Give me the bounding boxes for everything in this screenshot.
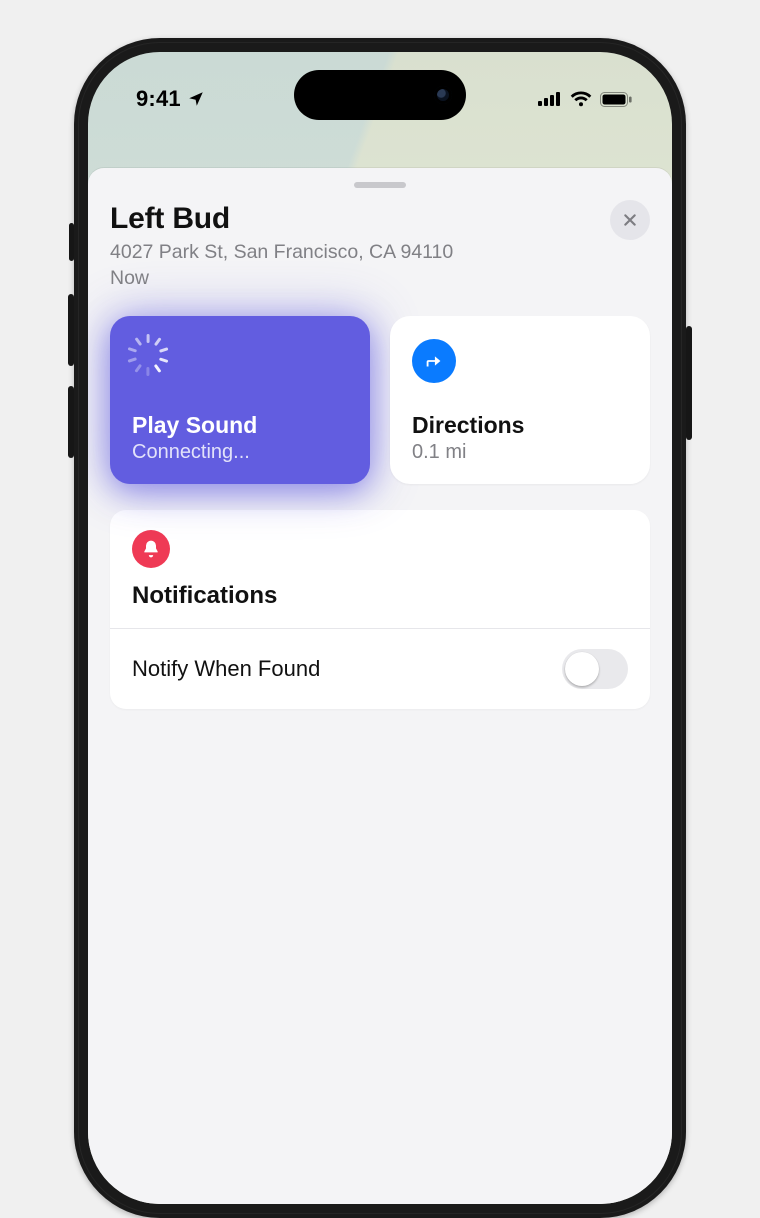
play-sound-label: Play Sound <box>132 412 348 439</box>
device-title: Left Bud <box>110 202 594 236</box>
dynamic-island <box>294 70 466 120</box>
location-arrow-icon <box>187 90 205 108</box>
notify-when-found-label: Notify When Found <box>132 656 320 682</box>
notifications-title: Notifications <box>132 582 628 628</box>
connecting-spinner-icon <box>132 345 164 377</box>
mute-switch <box>69 223 74 261</box>
notify-when-found-row[interactable]: Notify When Found <box>132 629 628 709</box>
battery-icon <box>600 92 632 107</box>
directions-label: Directions <box>412 412 628 439</box>
sheet-header: Left Bud 4027 Park St, San Francisco, CA… <box>110 202 650 290</box>
wifi-icon <box>570 91 592 107</box>
side-button <box>686 326 692 440</box>
bell-icon <box>132 530 170 568</box>
notify-when-found-toggle[interactable] <box>562 649 628 689</box>
sheet-grabber[interactable] <box>354 182 406 188</box>
status-time: 9:41 <box>136 86 181 112</box>
screen: 9:41 <box>88 52 672 1204</box>
play-sound-card[interactable]: Play Sound Connecting... <box>110 316 370 484</box>
actions-row: Play Sound Connecting... Directions <box>110 316 650 484</box>
close-icon <box>622 212 638 228</box>
directions-icon <box>412 339 456 383</box>
close-button[interactable] <box>610 200 650 240</box>
play-sound-status: Connecting... <box>132 441 348 464</box>
directions-distance: 0.1 mi <box>412 441 628 464</box>
device-timestamp: Now <box>110 267 594 290</box>
iphone-device-frame: 9:41 <box>74 38 686 1218</box>
front-camera-icon <box>434 86 452 104</box>
directions-card[interactable]: Directions 0.1 mi <box>390 316 650 484</box>
device-detail-sheet: Left Bud 4027 Park St, San Francisco, CA… <box>88 168 672 1204</box>
volume-up-button <box>68 294 74 366</box>
device-address: 4027 Park St, San Francisco, CA 94110 <box>110 240 594 265</box>
toggle-knob <box>565 652 599 686</box>
cellular-icon <box>538 92 562 106</box>
notifications-section: Notifications Notify When Found <box>110 510 650 709</box>
volume-down-button <box>68 386 74 458</box>
